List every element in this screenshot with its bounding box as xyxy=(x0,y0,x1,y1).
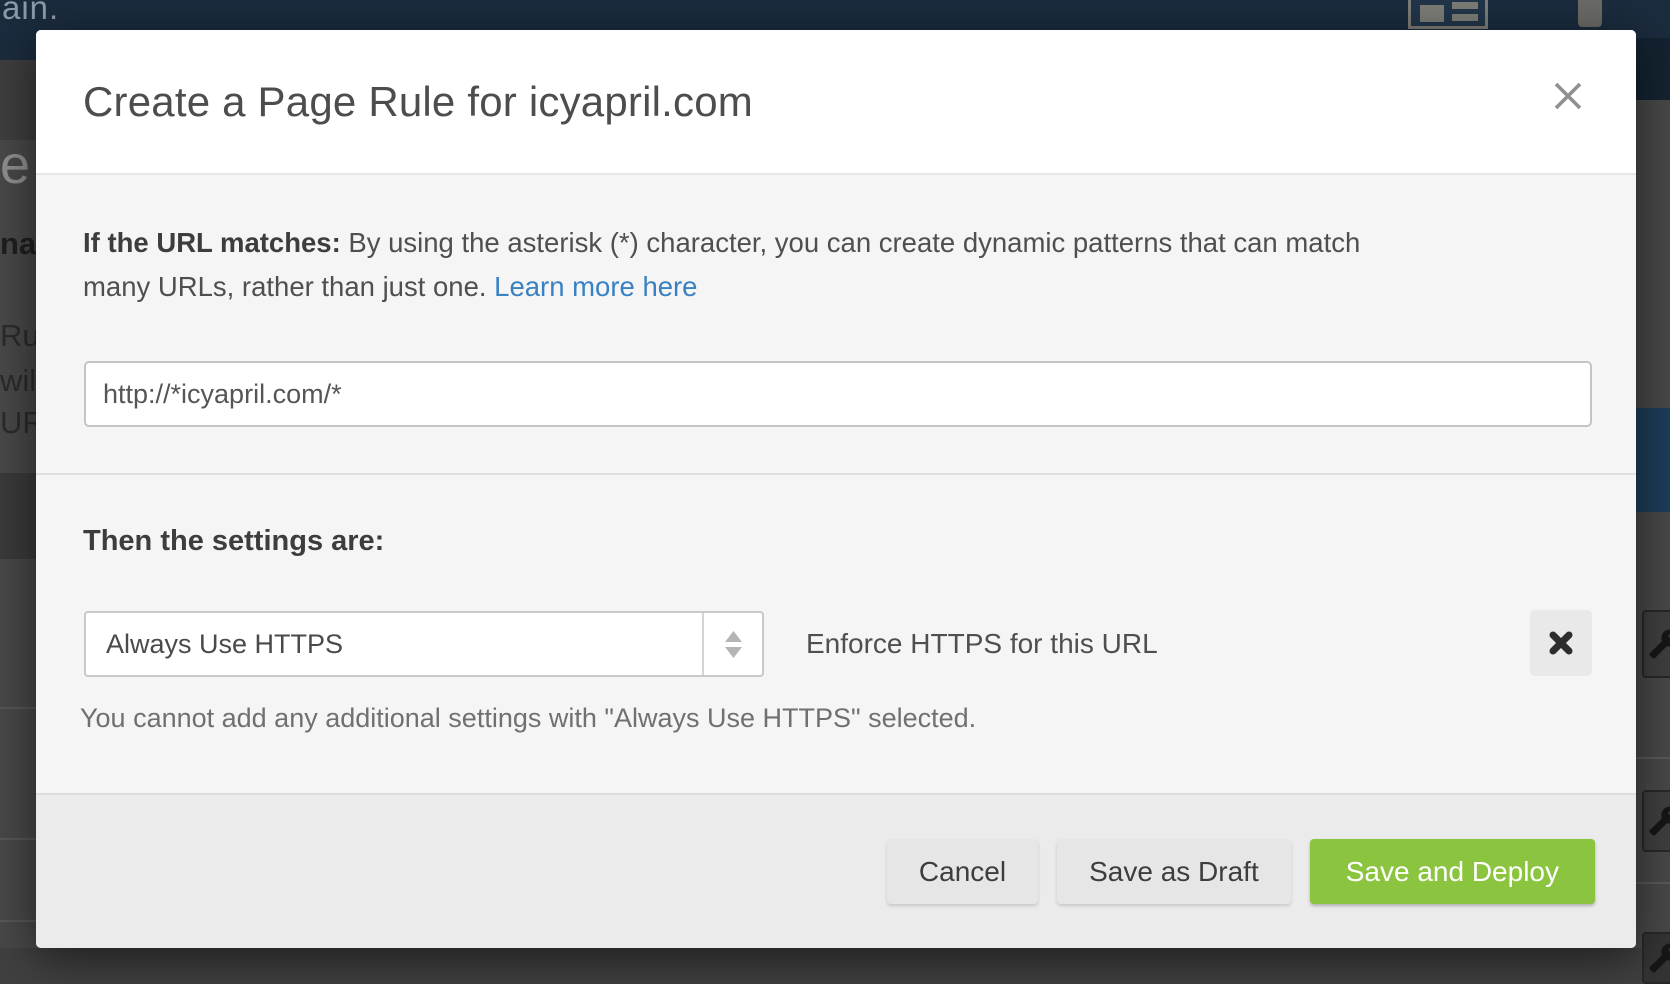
background-band xyxy=(0,60,36,140)
setting-description: Enforce HTTPS for this URL xyxy=(806,611,1158,677)
close-icon xyxy=(1550,78,1586,114)
wrench-icon xyxy=(1648,628,1670,660)
background-band xyxy=(1636,38,1670,100)
modal-title: Create a Page Rule for icyapril.com xyxy=(83,78,753,126)
chevron-up-down-icon xyxy=(702,613,762,675)
save-as-draft-button[interactable]: Save as Draft xyxy=(1057,839,1291,904)
url-match-description-2: many URLs, rather than just one. xyxy=(83,271,494,302)
background-text-fragment: Ru xyxy=(0,318,36,354)
setting-select-value: Always Use HTTPS xyxy=(86,613,702,675)
modal-body: If the URL matches: By using the asteris… xyxy=(36,175,1636,793)
save-and-deploy-button[interactable]: Save and Deploy xyxy=(1310,839,1595,904)
wrench-icon xyxy=(1648,942,1670,974)
remove-setting-button[interactable] xyxy=(1530,610,1592,676)
learn-more-link[interactable]: Learn more here xyxy=(494,271,697,302)
create-page-rule-modal: Create a Page Rule for icyapril.com If t… xyxy=(36,30,1636,948)
background-wrench-button xyxy=(1642,790,1670,852)
url-match-label: If the URL matches: xyxy=(83,227,341,258)
url-match-intro: If the URL matches: By using the asteris… xyxy=(83,221,1563,309)
background-blue-button-edge xyxy=(1636,408,1670,512)
background-wrench-button xyxy=(1642,610,1670,678)
remove-x-icon xyxy=(1548,630,1574,656)
url-pattern-input[interactable] xyxy=(84,361,1592,427)
background-row-divider xyxy=(1636,882,1670,884)
section-divider xyxy=(36,473,1636,475)
nav-partial-icon xyxy=(1578,0,1602,27)
background-band xyxy=(0,948,1670,984)
background-text-fragment: e xyxy=(0,134,36,196)
cancel-button[interactable]: Cancel xyxy=(887,839,1038,904)
wrench-icon xyxy=(1648,805,1670,837)
background-row-divider xyxy=(0,838,36,840)
background-wrench-button xyxy=(1642,932,1670,984)
page-backdrop: ain. e nav Ru will UR Create a Page Rule… xyxy=(0,0,1670,984)
layout-grid-icon xyxy=(1408,0,1488,29)
background-text-fragment: ain. xyxy=(2,0,59,27)
close-modal-button[interactable] xyxy=(1548,76,1588,116)
url-match-description: By using the asterisk (*) character, you… xyxy=(348,227,1360,258)
background-table-header xyxy=(0,473,36,559)
settings-helper-text: You cannot add any additional settings w… xyxy=(80,703,976,734)
background-row-divider xyxy=(0,707,36,709)
background-row-divider xyxy=(1636,757,1670,759)
modal-footer: Cancel Save as Draft Save and Deploy xyxy=(36,793,1636,948)
setting-select[interactable]: Always Use HTTPS xyxy=(84,611,764,677)
modal-header: Create a Page Rule for icyapril.com xyxy=(36,30,1636,175)
background-text-fragment: nav xyxy=(0,226,36,262)
background-row-divider xyxy=(0,920,36,922)
background-text-fragment: will xyxy=(0,363,36,399)
background-text-fragment: UR xyxy=(0,405,36,441)
settings-heading: Then the settings are: xyxy=(83,525,384,558)
